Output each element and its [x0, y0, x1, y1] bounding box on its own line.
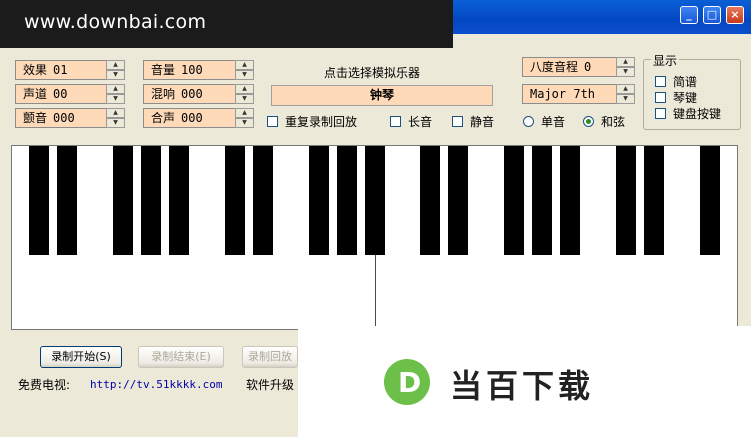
long-note-checkbox[interactable]: 长音 — [390, 113, 432, 130]
reverb-field[interactable]: 混响 000 — [143, 84, 235, 104]
show-keys-checkbox[interactable]: 琴键 — [655, 89, 697, 106]
checkbox-box[interactable] — [267, 116, 278, 127]
black-key[interactable] — [308, 146, 329, 255]
black-key[interactable] — [420, 146, 441, 255]
octave-field[interactable]: 八度音程 0 — [522, 57, 616, 77]
free-tv-label: 免费电视: — [18, 378, 71, 392]
down-arrow-icon[interactable]: ▼ — [235, 94, 254, 104]
upgrade-link[interactable]: 软件升级 — [246, 376, 298, 393]
down-arrow-icon[interactable]: ▼ — [616, 67, 635, 77]
black-key[interactable] — [252, 146, 273, 255]
chord-radio[interactable]: 和弦 — [583, 113, 625, 130]
up-arrow-icon[interactable]: ▲ — [616, 84, 635, 94]
black-key[interactable] — [532, 146, 553, 255]
ad-text: 当百下载 — [450, 367, 595, 405]
black-key[interactable] — [700, 146, 721, 255]
display-group-title: 显示 — [651, 52, 680, 69]
repeat-record-checkbox[interactable]: 重复录制回放 — [267, 113, 357, 130]
checkbox-box[interactable] — [655, 92, 666, 103]
vibrato-arrows[interactable]: ▲ ▼ — [106, 108, 125, 128]
minimize-icon: _ — [686, 8, 692, 21]
checkbox-box[interactable] — [655, 108, 666, 119]
black-key[interactable] — [616, 146, 637, 255]
piano-keyboard[interactable] — [11, 145, 738, 330]
up-arrow-icon[interactable]: ▲ — [616, 57, 635, 67]
up-arrow-icon[interactable]: ▲ — [235, 108, 254, 118]
watermark-text: www.downbai.com — [24, 11, 207, 33]
checkbox-box[interactable] — [390, 116, 401, 127]
effect-field[interactable]: 效果 01 — [15, 60, 106, 80]
black-key[interactable] — [56, 146, 77, 255]
black-key[interactable] — [364, 146, 385, 255]
show-keyboard-keys-checkbox[interactable]: 键盘按键 — [655, 105, 721, 122]
ad-logo-letter: D — [398, 366, 422, 399]
ad-overlay: D 当百下载 — [298, 326, 751, 437]
black-key[interactable] — [140, 146, 161, 255]
octave-arrows[interactable]: ▲ ▼ — [616, 57, 635, 77]
chord-type-arrows[interactable]: ▲ ▼ — [616, 84, 635, 104]
checkbox-box[interactable] — [452, 116, 463, 127]
black-key[interactable] — [644, 146, 665, 255]
instrument-selector[interactable]: 钟琴 — [271, 85, 493, 106]
black-key[interactable] — [168, 146, 189, 255]
chorus-arrows[interactable]: ▲ ▼ — [235, 108, 254, 128]
channel-field[interactable]: 声道 00 — [15, 84, 106, 104]
record-play-button[interactable]: 录制回放 — [242, 346, 298, 368]
volume-field[interactable]: 音量 100 — [143, 60, 235, 80]
minimize-button[interactable]: _ — [680, 6, 698, 24]
watermark-banner: www.downbai.com — [0, 0, 453, 48]
black-key[interactable] — [448, 146, 469, 255]
black-key[interactable] — [336, 146, 357, 255]
close-button[interactable]: × — [726, 6, 744, 24]
mute-checkbox[interactable]: 静音 — [452, 113, 494, 130]
close-icon: × — [730, 8, 740, 21]
black-key[interactable] — [224, 146, 245, 255]
free-tv-link[interactable]: http://tv.51kkkk.com — [90, 378, 222, 391]
down-arrow-icon[interactable]: ▼ — [616, 94, 635, 104]
reverb-arrows[interactable]: ▲ ▼ — [235, 84, 254, 104]
checkbox-box[interactable] — [655, 76, 666, 87]
down-arrow-icon[interactable]: ▼ — [106, 94, 125, 104]
volume-arrows[interactable]: ▲ ▼ — [235, 60, 254, 80]
record-start-button[interactable]: 录制开始(S) — [40, 346, 122, 368]
chorus-field[interactable]: 合声 000 — [143, 108, 235, 128]
record-stop-button[interactable]: 录制结束(E) — [138, 346, 224, 368]
down-arrow-icon[interactable]: ▼ — [106, 118, 125, 128]
channel-arrows[interactable]: ▲ ▼ — [106, 84, 125, 104]
instrument-prompt: 点击选择模拟乐器 — [324, 66, 421, 80]
radio-circle[interactable] — [523, 116, 534, 127]
vibrato-field[interactable]: 颤音 000 — [15, 108, 106, 128]
black-key[interactable] — [28, 146, 49, 255]
maximize-icon: □ — [706, 8, 718, 21]
up-arrow-icon[interactable]: ▲ — [106, 84, 125, 94]
up-arrow-icon[interactable]: ▲ — [235, 60, 254, 70]
black-key[interactable] — [112, 146, 133, 255]
up-arrow-icon[interactable]: ▲ — [235, 84, 254, 94]
black-key[interactable] — [560, 146, 581, 255]
black-key[interactable] — [504, 146, 525, 255]
effect-arrows[interactable]: ▲ ▼ — [106, 60, 125, 80]
chord-type-field[interactable]: Major 7th — [522, 84, 616, 104]
down-arrow-icon[interactable]: ▼ — [235, 70, 254, 80]
up-arrow-icon[interactable]: ▲ — [106, 108, 125, 118]
up-arrow-icon[interactable]: ▲ — [106, 60, 125, 70]
single-note-radio[interactable]: 单音 — [523, 113, 565, 130]
radio-circle-selected[interactable] — [583, 116, 594, 127]
show-notation-checkbox[interactable]: 简谱 — [655, 73, 697, 90]
down-arrow-icon[interactable]: ▼ — [106, 70, 125, 80]
maximize-button[interactable]: □ — [703, 6, 721, 24]
down-arrow-icon[interactable]: ▼ — [235, 118, 254, 128]
